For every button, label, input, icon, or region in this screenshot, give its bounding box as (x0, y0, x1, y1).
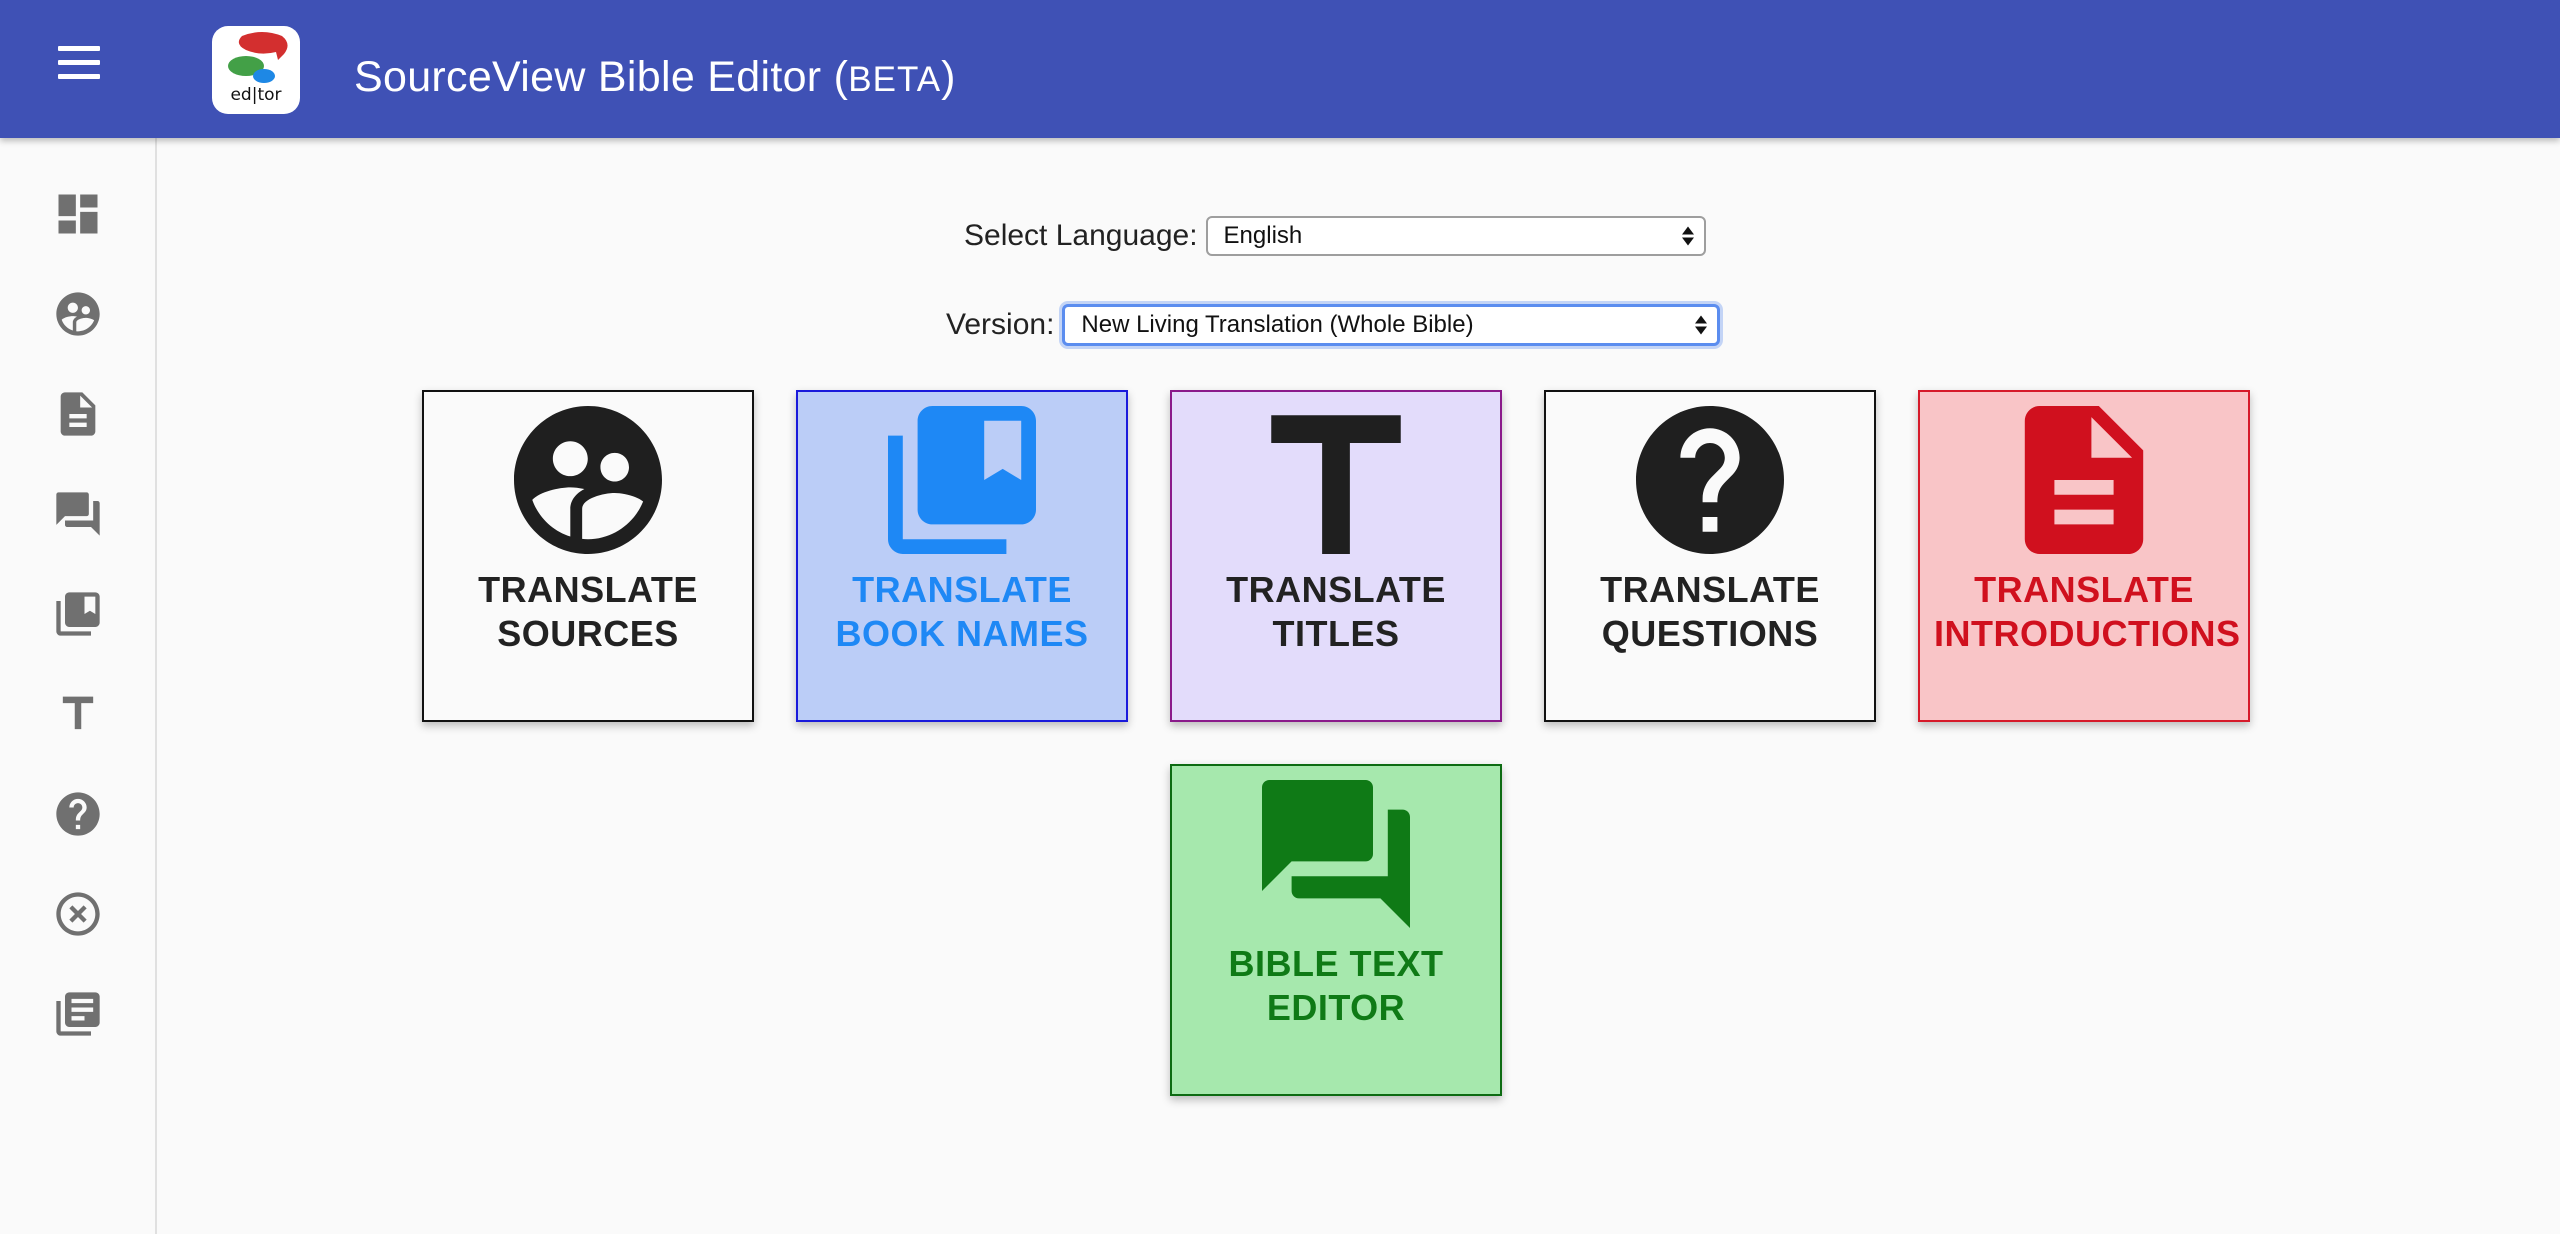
sidebar-item-articles[interactable] (50, 986, 106, 1042)
help-icon (1636, 406, 1784, 554)
tile-label: TRANSLATE SOURCES (478, 569, 698, 654)
bible-text-editor-tile[interactable]: BIBLE TEXT EDITOR (1170, 764, 1502, 1096)
select-arrows-icon (1695, 315, 1708, 335)
dashboard-icon (58, 194, 98, 234)
sidebar-item-dashboard[interactable] (50, 186, 106, 242)
library-books-icon (56, 592, 100, 636)
tile-label: BIBLE TEXT EDITOR (1228, 943, 1444, 1028)
tile-label: TRANSLATE INTRODUCTIONS (1934, 569, 2241, 654)
document-icon (60, 392, 96, 436)
version-select-value: New Living Translation (Whole Bible) (1081, 311, 1474, 338)
logo-text: ed|tor (230, 85, 281, 105)
app-title: SourceView Bible Editor (BETA) (354, 53, 956, 101)
translate-sources-tile[interactable]: TRANSLATE SOURCES (422, 390, 754, 722)
translate-introductions-tile[interactable]: TRANSLATE INTRODUCTIONS (1918, 390, 2250, 722)
forum-icon (56, 492, 100, 536)
document-icon (2024, 406, 2144, 554)
menu-icon[interactable] (50, 46, 108, 92)
sidebar-item-book-names[interactable] (50, 586, 106, 642)
tile-label: TRANSLATE QUESTIONS (1600, 569, 1820, 654)
translate-titles-tile[interactable]: TRANSLATE TITLES (1170, 390, 1502, 722)
sidebar-item-forum[interactable] (50, 486, 106, 542)
translate-sources-icon (56, 292, 100, 336)
sidebar-item-document[interactable] (50, 386, 106, 442)
language-label: Select Language: (964, 219, 1198, 252)
cancel-icon (56, 892, 100, 936)
select-arrows-icon (1681, 226, 1694, 246)
version-select[interactable]: New Living Translation (Whole Bible) (1062, 304, 1721, 346)
version-label: Version: (946, 308, 1055, 341)
version-row: Version: New Living Translation (Whole B… (946, 304, 1721, 346)
sidebar-item-questions[interactable] (50, 786, 106, 842)
sidebar (0, 138, 157, 1234)
translate-sources-icon (514, 406, 662, 554)
translate-book-names-tile[interactable]: TRANSLATE BOOK NAMES (796, 390, 1128, 722)
forum-icon (1262, 780, 1410, 928)
app-logo: ed|tor (212, 26, 300, 114)
title-icon (1271, 415, 1401, 554)
help-icon (56, 792, 100, 836)
article-list-icon (56, 992, 100, 1036)
tile-label: TRANSLATE TITLES (1226, 569, 1446, 654)
sidebar-item-cancel[interactable] (50, 886, 106, 942)
language-row: Select Language: English (964, 216, 1706, 256)
language-select[interactable]: English (1205, 216, 1706, 256)
tile-label: TRANSLATE BOOK NAMES (835, 569, 1089, 654)
translate-questions-tile[interactable]: TRANSLATE QUESTIONS (1544, 390, 1876, 722)
title-icon (62, 696, 94, 730)
sidebar-item-titles[interactable] (50, 686, 106, 742)
sidebar-item-translate-sources[interactable] (50, 286, 106, 342)
app-bar: ed|tor SourceView Bible Editor (BETA) (0, 0, 2560, 138)
library-books-icon (888, 406, 1036, 554)
language-select-value: English (1223, 222, 1303, 249)
